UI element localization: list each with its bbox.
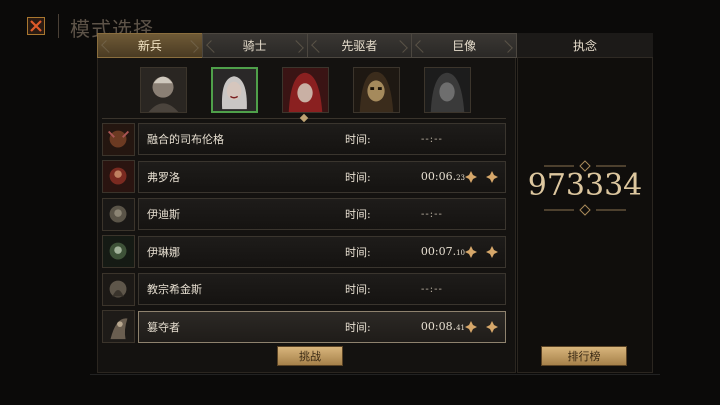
tab-colossus[interactable]: 巨像 [411, 33, 517, 58]
time-label: 时间: [345, 283, 371, 296]
rank-star-icon [465, 170, 477, 183]
boss-name: 伊迪斯 [147, 208, 180, 221]
side-panel [517, 33, 653, 373]
boss-list: 融合的司布伦格 时间: --:-- 弗罗洛 时间: 00:06.23 伊迪斯 时… [102, 122, 506, 347]
time-label: 时间: [345, 133, 371, 146]
tab-pioneer[interactable]: 先驱者 [306, 33, 413, 58]
time-value: 00:08.41 [420, 320, 465, 333]
boss-row[interactable]: 篡夺者 时间: 00:08.41 [102, 310, 506, 344]
portrait-masked-hood[interactable] [353, 67, 400, 113]
boss-avatar [102, 272, 135, 306]
time-label: 时间: [345, 320, 371, 334]
portrait-white-hair-woman[interactable] [211, 67, 258, 113]
header-divider [58, 14, 59, 38]
time-label: 时间: [345, 208, 371, 221]
rank-star-icon [465, 320, 477, 333]
boss-avatar [102, 160, 135, 193]
time-label: 时间: [345, 245, 371, 259]
time-value: --:-- [421, 283, 443, 295]
rank-star-icon [465, 245, 477, 258]
close-x-icon [30, 20, 42, 32]
character-portraits [140, 67, 480, 113]
boss-avatar [102, 235, 135, 268]
time-value: --:-- [421, 208, 443, 220]
difficulty-tabs: 新兵 骑士 先驱者 巨像 [97, 33, 517, 58]
time-value: --:-- [421, 133, 443, 145]
portrait-red-hood[interactable] [282, 67, 329, 113]
rank-star-icon [486, 170, 498, 183]
portrait-grey-hood[interactable] [424, 67, 471, 113]
tab-recruit[interactable]: 新兵 [97, 33, 203, 58]
boss-avatar [102, 122, 135, 156]
ornament-icon [544, 204, 626, 216]
time-value: 00:07.10 [420, 245, 465, 258]
boss-row-bar: 伊琳娜 时间: 00:07.10 [138, 235, 506, 268]
boss-row-bar: 篡夺者 时间: 00:08.41 [138, 310, 506, 343]
boss-avatar [102, 310, 135, 343]
boss-name: 篡夺者 [147, 320, 180, 334]
challenge-button[interactable]: 挑战 [277, 346, 343, 366]
boss-avatar [102, 197, 135, 231]
boss-name: 融合的司布伦格 [147, 133, 224, 146]
boss-row[interactable]: 弗罗洛 时间: 00:06.23 [102, 160, 506, 194]
tab-obsession[interactable]: 执念 [517, 33, 653, 58]
boss-name: 教宗希金斯 [147, 283, 202, 296]
close-button[interactable] [27, 17, 45, 35]
time-value: 00:06.23 [420, 170, 465, 183]
score-value: 973334 [527, 168, 643, 203]
boss-row[interactable]: 伊琳娜 时间: 00:07.10 [102, 235, 506, 269]
bottom-divider [90, 374, 660, 375]
rank-star-icon [486, 245, 498, 258]
boss-row-bar: 教宗希金斯 时间: --:-- [138, 273, 506, 305]
leaderboard-button[interactable]: 排行榜 [541, 346, 627, 366]
boss-name: 伊琳娜 [147, 245, 180, 259]
portrait-old-man[interactable] [140, 67, 187, 113]
boss-row[interactable]: 伊迪斯 时间: --:-- [102, 197, 506, 231]
boss-row-bar: 弗罗洛 时间: 00:06.23 [138, 160, 506, 193]
boss-row-bar: 伊迪斯 时间: --:-- [138, 198, 506, 230]
tab-knight[interactable]: 骑士 [201, 33, 308, 58]
boss-row[interactable]: 教宗希金斯 时间: --:-- [102, 272, 506, 306]
boss-row-bar: 融合的司布伦格 时间: --:-- [138, 123, 506, 155]
time-label: 时间: [345, 170, 371, 184]
boss-name: 弗罗洛 [147, 170, 180, 184]
boss-row[interactable]: 融合的司布伦格 时间: --:-- [102, 122, 506, 156]
rank-star-icon [486, 320, 498, 333]
